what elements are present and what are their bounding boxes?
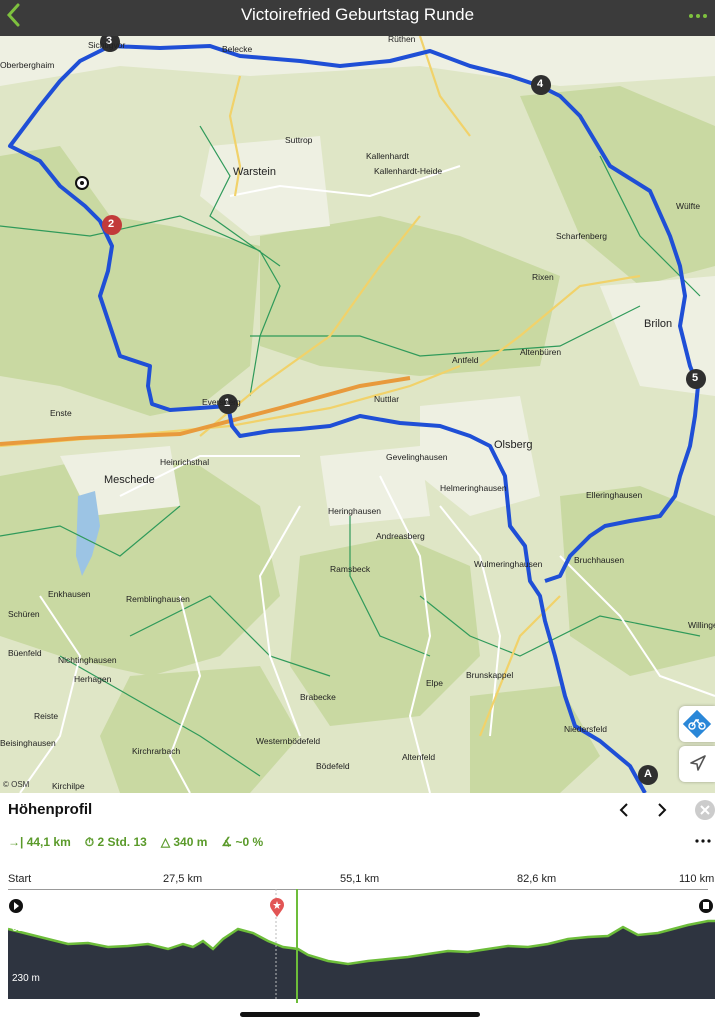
- ascent-stat: △ 340 m: [160, 835, 208, 849]
- elevation-chart[interactable]: [8, 889, 715, 1003]
- place-label: Heinrichsthal: [160, 457, 210, 467]
- place-label: Bruchhausen: [574, 555, 625, 565]
- navigation-arrow-icon: [690, 755, 706, 771]
- waypoint-label: 2: [108, 218, 115, 230]
- place-label: Elpe: [426, 678, 444, 688]
- axis-tick: Start: [8, 873, 32, 885]
- elevation-max-label: 610 m: [12, 923, 40, 934]
- place-label: Westernbödefeld: [256, 736, 321, 746]
- gradient-value: ~0 %: [235, 835, 264, 849]
- bike-layer-button[interactable]: [679, 706, 715, 742]
- place-label: Scharfenberg: [556, 231, 608, 241]
- home-indicator: [240, 1012, 480, 1017]
- place-label: Kallenhardt-Heide: [374, 166, 443, 176]
- place-label: Sichtigvor: [88, 40, 126, 50]
- waypoint-label: 4: [537, 78, 544, 90]
- bike-icon: [682, 709, 712, 739]
- place-label: Helmeringhausen: [440, 483, 507, 493]
- place-label: Willingen: [688, 620, 715, 630]
- place-label: Enkhausen: [48, 589, 91, 599]
- close-icon[interactable]: [694, 799, 715, 821]
- place-label: Kirchilpe: [52, 781, 85, 791]
- elevation-panel: Höhenprofil →| 44,1 km ⏱ 2 Std. 13 △ 340…: [0, 793, 715, 1023]
- place-label: Elleringhausen: [586, 490, 643, 500]
- axis-tick: 82,6 km: [517, 873, 557, 885]
- place-label: Warstein: [233, 166, 276, 178]
- axis-tick: 55,1 km: [340, 873, 380, 885]
- distance-axis: Start 27,5 km 55,1 km 82,6 km 110 km: [0, 873, 715, 887]
- start-flag-icon: [9, 899, 23, 913]
- finish-flag-icon: [699, 899, 713, 913]
- current-location-marker: [75, 176, 89, 190]
- place-label: Oberberghaim: [0, 60, 55, 70]
- title-bar: Victoirefried Geburtstag Runde: [0, 0, 715, 36]
- duration-value: 2 Std. 13: [97, 835, 147, 849]
- place-label: Schüren: [8, 609, 40, 619]
- place-label: Rixen: [532, 272, 554, 282]
- distance-value: 44,1 km: [26, 835, 71, 849]
- place-label: Brunskappel: [466, 670, 514, 680]
- place-label: Meschede: [104, 474, 155, 486]
- place-label: Ramsbeck: [330, 564, 371, 574]
- place-label: Nuttlar: [374, 394, 400, 404]
- place-label: Olsberg: [494, 439, 533, 451]
- place-label: Antfeld: [452, 355, 479, 365]
- place-label: Eversberg: [202, 397, 241, 407]
- place-label: Andreasberg: [376, 531, 425, 541]
- waypoint-label: 5: [692, 372, 699, 384]
- previous-chevron-icon[interactable]: [614, 799, 636, 821]
- waypoint-label: A: [644, 768, 652, 780]
- locate-button[interactable]: [679, 746, 715, 782]
- place-label: Heringhausen: [328, 506, 381, 516]
- next-chevron-icon[interactable]: [650, 799, 672, 821]
- place-label: Beisinghausen: [0, 738, 56, 748]
- place-label: Reiste: [34, 711, 59, 721]
- route-stats: →| 44,1 km ⏱ 2 Std. 13 △ 340 m ∡ ~0 %: [8, 835, 263, 850]
- distance-stat: →| 44,1 km: [8, 835, 71, 849]
- place-label: Kirchrarbach: [132, 746, 181, 756]
- place-label: Herhagen: [74, 674, 112, 684]
- place-label: Enste: [50, 408, 72, 418]
- place-label: Niedersfeld: [564, 724, 607, 734]
- place-label: Brabecke: [300, 692, 336, 702]
- map-attribution: © OSM: [3, 780, 30, 789]
- axis-tick: 110 km: [679, 873, 715, 885]
- gradient-stat: ∡ ~0 %: [221, 835, 264, 849]
- place-label: Kallenhardt: [366, 151, 410, 161]
- place-label: Wülfte: [676, 201, 701, 211]
- place-label: Nichtinghausen: [58, 655, 117, 665]
- more-options-icon[interactable]: [692, 829, 714, 851]
- waypoint-pin-icon: [270, 898, 284, 917]
- ascent-value: 340 m: [173, 835, 208, 849]
- place-label: Altenbüren: [520, 347, 562, 357]
- place-label: Brilon: [644, 318, 673, 330]
- place-label: Altenfeld: [402, 752, 436, 762]
- place-label: Remblinghausen: [126, 594, 190, 604]
- place-label: Büenfeld: [8, 648, 42, 658]
- place-label: Belecke: [222, 44, 253, 54]
- elevation-min-label: 230 m: [12, 973, 40, 984]
- place-label: Wulmeringhausen: [474, 559, 543, 569]
- place-label: Bödefeld: [316, 761, 350, 771]
- place-label: Suttrop: [285, 135, 313, 145]
- place-label: Rüthen: [388, 36, 416, 44]
- page-title: Victoirefried Geburtstag Runde: [240, 5, 475, 24]
- duration-stat: ⏱ 2 Std. 13: [84, 835, 147, 849]
- place-label: Gevelinghausen: [386, 452, 448, 462]
- panel-title: Höhenprofil: [8, 801, 93, 818]
- route-map[interactable]: 1 2 3 4 5 A Rüthen Sichtigvor Belecke Su…: [0, 36, 715, 793]
- more-options-icon[interactable]: [687, 4, 709, 24]
- axis-tick: 27,5 km: [163, 873, 203, 885]
